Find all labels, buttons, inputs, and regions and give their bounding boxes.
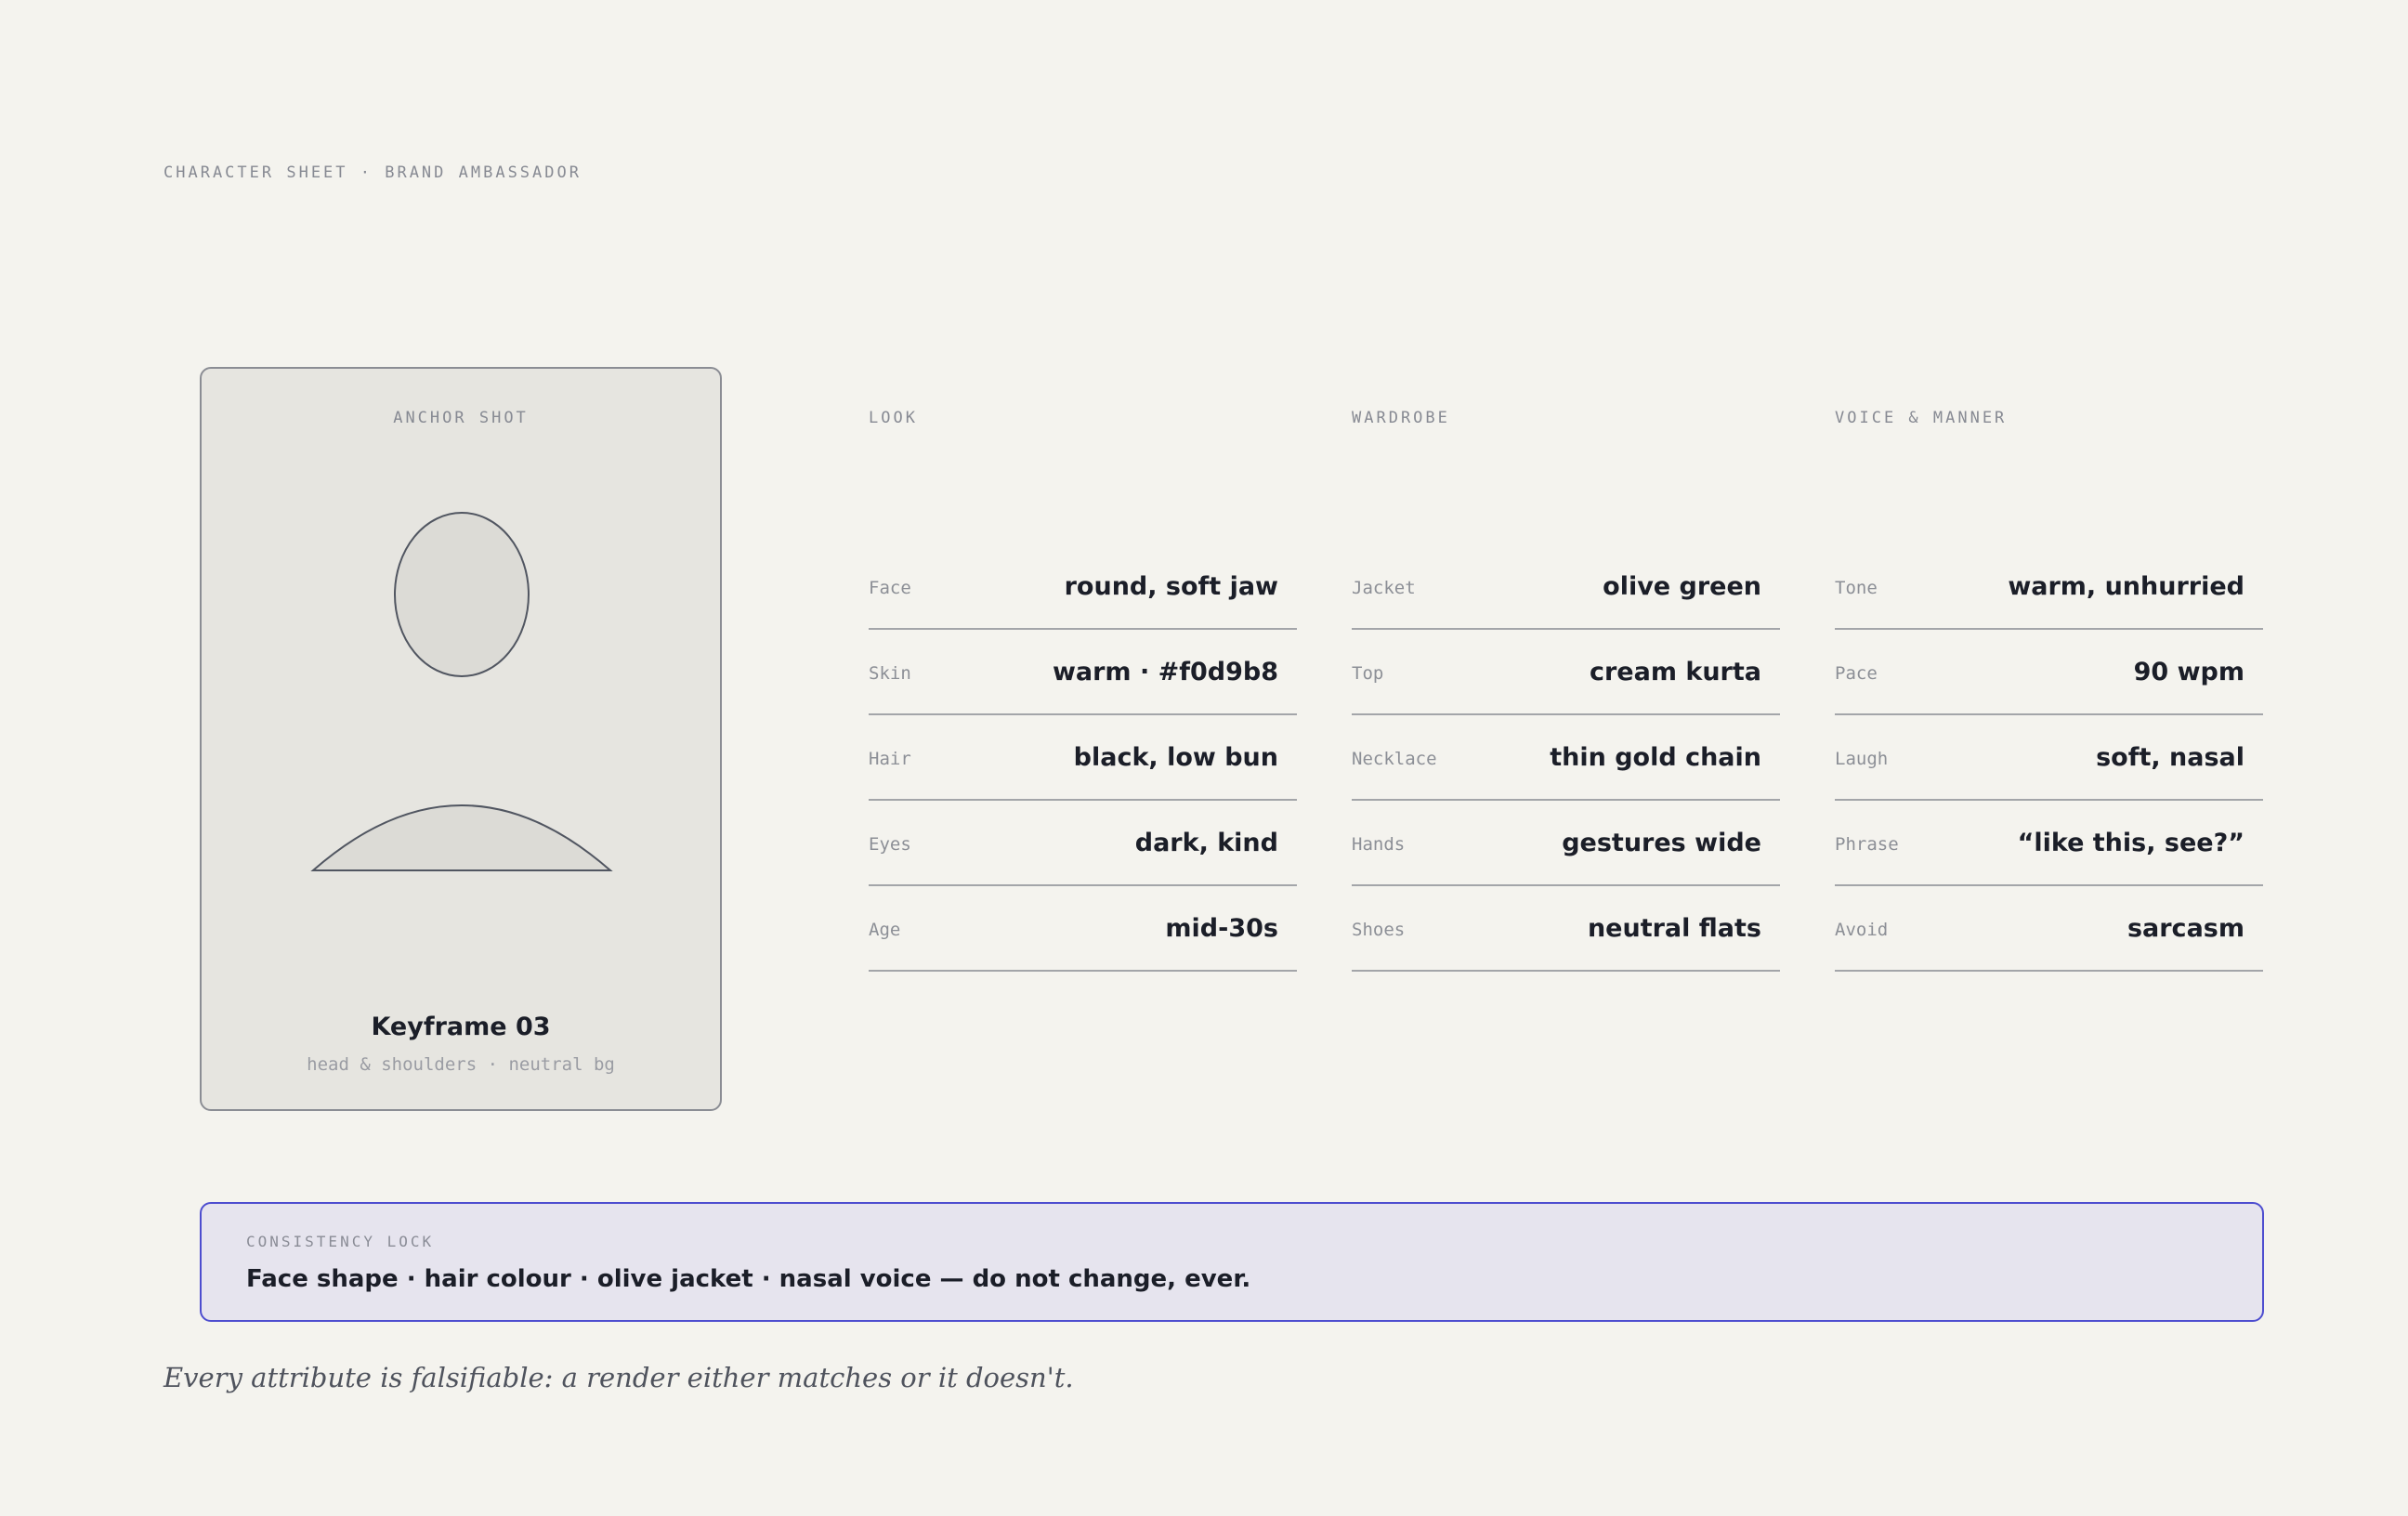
attribute-key: Top [1352,663,1384,684]
character-silhouette-icon [310,512,613,871]
attribute-row: Tone warm, unhurried [1835,544,2263,630]
attribute-row: Avoid sarcasm [1835,886,2263,972]
column-heading: LOOK [869,409,918,427]
attribute-key: Face [869,578,911,598]
attribute-key: Avoid [1835,920,1889,940]
attribute-value: round, soft jaw [1064,571,1278,601]
consistency-lock-label: CONSISTENCY LOCK [246,1233,435,1250]
attribute-column-look: LOOK Face round, soft jaw Skin warm · #f… [869,409,1297,972]
attribute-value: warm · #f0d9b8 [1052,657,1278,686]
attribute-key: Pace [1835,663,1878,684]
attribute-key: Laugh [1835,749,1889,769]
attribute-value: black, low bun [1073,742,1278,772]
attribute-key: Hands [1352,834,1406,855]
consistency-lock-text: Face shape · hair colour · olive jacket … [246,1265,1251,1293]
attribute-value: cream kurta [1589,657,1761,686]
attribute-value: 90 wpm [2133,657,2244,686]
attribute-row: Laugh soft, nasal [1835,715,2263,801]
attribute-row: Hair black, low bun [869,715,1297,801]
attribute-value: dark, kind [1134,828,1278,857]
attribute-key: Age [869,920,901,940]
attribute-value: gestures wide [1562,828,1761,857]
attribute-column-voice: VOICE & MANNER Tone warm, unhurried Pace… [1835,409,2263,972]
attribute-row: Phrase “like this, see?” [1835,801,2263,886]
attribute-row: Face round, soft jaw [869,544,1297,630]
attribute-key: Hair [869,749,911,769]
keyframe-subtitle: head & shoulders · neutral bg [307,1054,615,1075]
attribute-row: Necklace thin gold chain [1352,715,1780,801]
attribute-value: olive green [1603,571,1761,601]
attribute-column-wardrobe: WARDROBE Jacket olive green Top cream ku… [1352,409,1780,972]
attribute-key: Eyes [869,834,911,855]
head-shape [394,512,530,677]
attribute-value: mid-30s [1165,913,1278,943]
attribute-key: Phrase [1835,834,1899,855]
attribute-key: Jacket [1352,578,1416,598]
consistency-lock-box: CONSISTENCY LOCK Face shape · hair colou… [200,1202,2264,1322]
shoulders-shape [310,804,613,871]
column-heading: WARDROBE [1352,409,1450,427]
footnote: Every attribute is falsifiable: a render… [164,1362,1074,1393]
attribute-row: Top cream kurta [1352,630,1780,715]
column-heading: VOICE & MANNER [1835,409,2008,427]
attribute-row: Pace 90 wpm [1835,630,2263,715]
keyframe-title: Keyframe 03 [371,1013,551,1041]
attribute-value: neutral flats [1587,913,1761,943]
anchor-shot-card: ANCHOR SHOT Keyframe 03 head & shoulders… [200,367,722,1111]
attribute-value: soft, nasal [2096,742,2244,772]
attribute-key: Necklace [1352,749,1437,769]
attribute-row: Skin warm · #f0d9b8 [869,630,1297,715]
attribute-key: Skin [869,663,911,684]
attribute-value: “like this, see?” [2017,828,2244,857]
attribute-key: Tone [1835,578,1878,598]
attribute-row: Age mid-30s [869,886,1297,972]
attribute-key: Shoes [1352,920,1406,940]
attribute-row: Shoes neutral flats [1352,886,1780,972]
attribute-value: thin gold chain [1550,742,1761,772]
attribute-row: Jacket olive green [1352,544,1780,630]
attribute-row: Eyes dark, kind [869,801,1297,886]
attribute-row: Hands gestures wide [1352,801,1780,886]
sheet-kicker: CHARACTER SHEET · BRAND AMBASSADOR [164,163,582,182]
attribute-value: warm, unhurried [2008,571,2244,601]
attribute-value: sarcasm [2127,913,2244,943]
